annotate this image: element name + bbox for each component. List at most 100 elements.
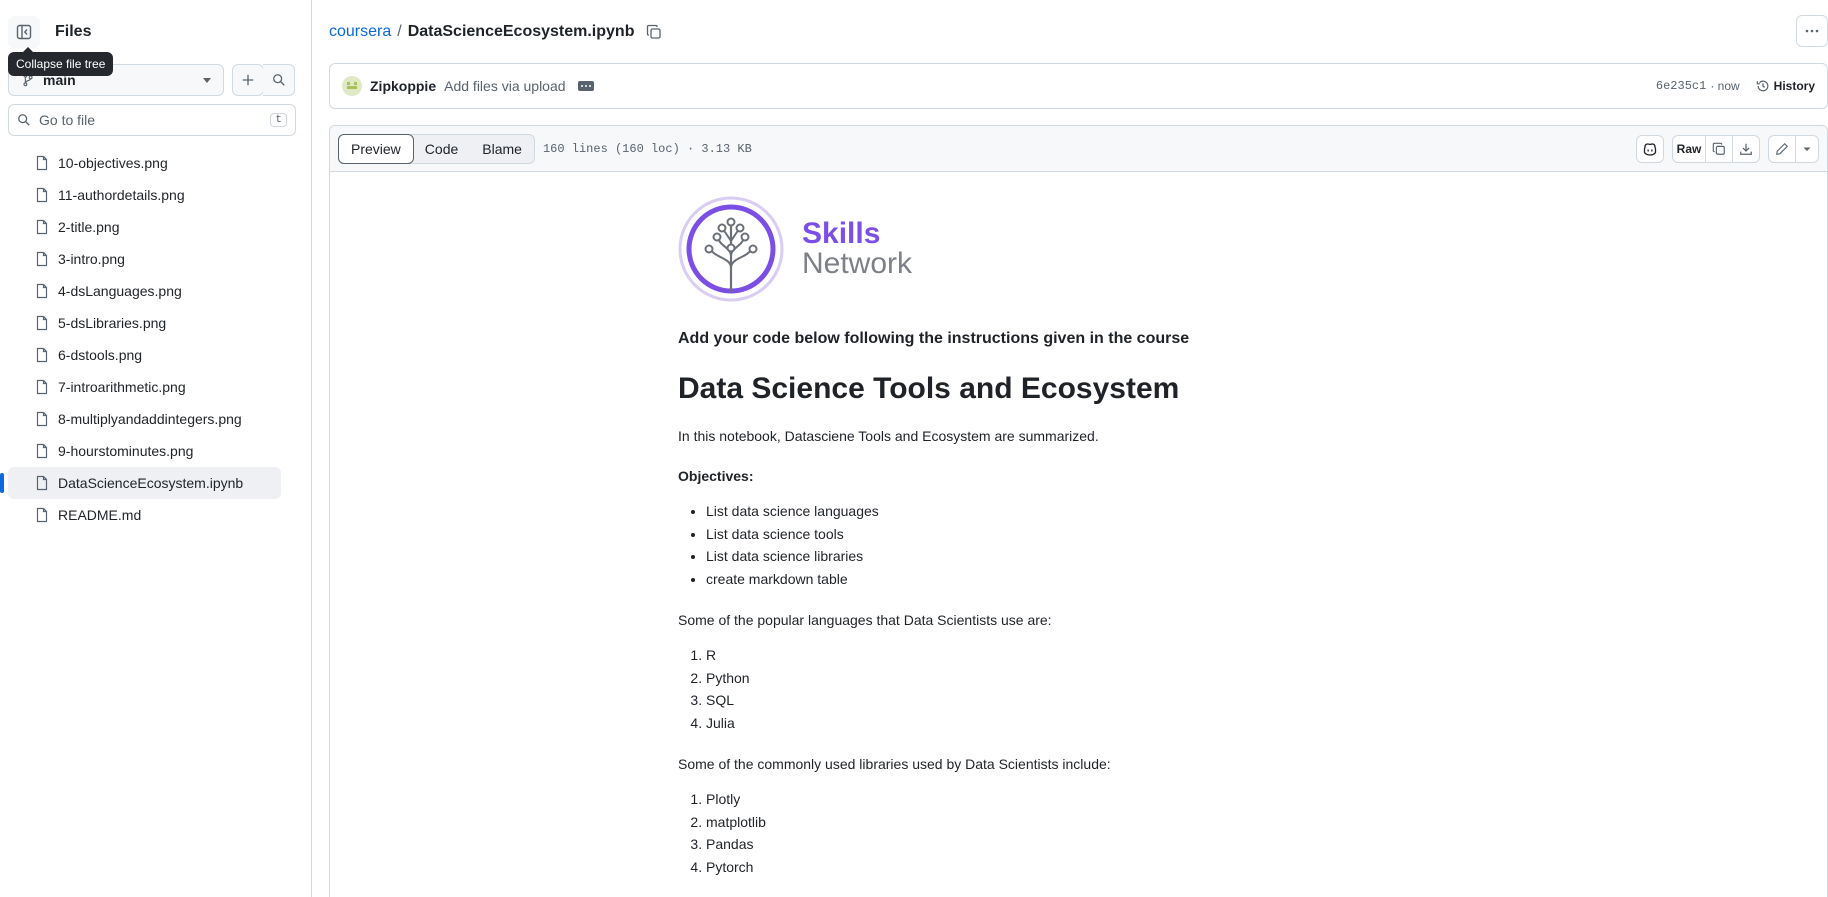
file-icon	[34, 155, 50, 171]
file-icon	[34, 251, 50, 267]
list-item: Plotly	[706, 788, 1378, 811]
go-to-file-field[interactable]: t	[8, 104, 296, 136]
avatar[interactable]	[342, 76, 362, 96]
edit-options-dropdown[interactable]	[1795, 134, 1819, 163]
file-tree-item[interactable]: DataScienceEcosystem.ipynb	[0, 467, 281, 499]
breadcrumb-repo-link[interactable]: coursera	[329, 23, 391, 41]
chevron-down-icon	[1803, 147, 1811, 151]
collapse-sidebar-button[interactable]	[8, 16, 40, 48]
file-tree-item[interactable]: README.md	[8, 499, 281, 531]
edit-group	[1768, 134, 1819, 163]
libraries-list: Plotly matplotlib Pandas Pytorch	[678, 788, 1378, 878]
list-item: List data science tools	[706, 523, 1378, 546]
raw-button[interactable]: Raw	[1672, 134, 1706, 163]
file-tree-item[interactable]: 6-dstools.png	[8, 339, 281, 371]
logo-skills: Skills	[802, 217, 881, 250]
file-icon	[34, 411, 50, 427]
copy-icon	[647, 24, 662, 39]
list-item: Julia	[706, 712, 1378, 735]
history-icon	[1756, 80, 1769, 92]
download-button[interactable]	[1732, 134, 1760, 163]
breadcrumb-file: DataScienceEcosystem.ipynb	[407, 23, 635, 40]
file-icon	[34, 379, 50, 395]
file-icon	[34, 187, 50, 203]
view-mode-tabs: Preview Code Blame	[338, 133, 535, 164]
file-tree-item[interactable]: 2-title.png	[8, 211, 281, 243]
file-name: 3-intro.png	[58, 251, 125, 267]
file-tree-item[interactable]: 10-objectives.png	[8, 147, 281, 179]
history-button[interactable]: History	[1756, 79, 1815, 93]
notebook-title: Data Science Tools and Ecosystem	[678, 372, 1180, 405]
edit-file-button[interactable]	[1768, 134, 1796, 163]
files-title: Files	[55, 23, 92, 40]
file-tree-item[interactable]: 9-hourstominutes.png	[8, 435, 281, 467]
file-icon	[34, 475, 50, 491]
copy-path-button[interactable]	[646, 24, 662, 40]
file-tree-item[interactable]: 8-multiplyandaddintegers.png	[8, 403, 281, 435]
download-icon	[1740, 143, 1752, 155]
logo-text: Skills Network	[802, 219, 912, 279]
file-tree-sidebar: Files Collapse file tree main t 10-objec…	[0, 0, 312, 897]
collapse-tooltip: Collapse file tree	[8, 47, 114, 76]
history-label: History	[1773, 79, 1815, 93]
latest-commit-bar: Zipkoppie Add files via upload 6e235c1 ·…	[329, 63, 1828, 109]
list-item: R	[706, 644, 1378, 667]
objectives-label: Objectives:	[678, 468, 754, 484]
more-options-button[interactable]	[1796, 15, 1828, 47]
sidebar-collapse-icon	[16, 24, 32, 40]
commit-info: 6e235c1 · now History	[1656, 79, 1815, 93]
copy-icon	[1712, 142, 1725, 155]
file-header: Preview Code Blame 160 lines (160 loc) ·…	[330, 126, 1827, 172]
go-to-file-input[interactable]	[39, 112, 271, 128]
file-viewer: Preview Code Blame 160 lines (160 loc) ·…	[329, 125, 1828, 897]
file-icon	[34, 507, 50, 523]
file-size-info: 160 lines (160 loc) · 3.13 KB	[542, 141, 752, 156]
search-files-button[interactable]	[263, 64, 295, 96]
copilot-icon	[1643, 142, 1657, 156]
commit-author[interactable]: Zipkoppie	[370, 78, 436, 94]
file-icon	[34, 315, 50, 331]
file-tree-item[interactable]: 11-authordetails.png	[8, 179, 281, 211]
list-item: List data science languages	[706, 500, 1378, 523]
file-tree-item[interactable]: 4-dsLanguages.png	[8, 275, 281, 307]
list-item: Pytorch	[706, 856, 1378, 879]
file-tree-item[interactable]: 3-intro.png	[8, 243, 281, 275]
commit-time: · now	[1710, 79, 1740, 93]
list-item: List data science libraries	[706, 545, 1378, 568]
expand-commit-button[interactable]	[577, 81, 594, 91]
file-icon	[34, 347, 50, 363]
instructions-heading: Add your code below following the instru…	[678, 330, 1190, 347]
file-name: DataScienceEcosystem.ipynb	[58, 475, 244, 491]
breadcrumb: coursera / DataScienceEcosystem.ipynb	[329, 20, 662, 44]
skills-network-logo-icon	[678, 196, 784, 302]
tab-blame[interactable]: Blame	[470, 135, 534, 163]
kebab-horizontal-icon	[1805, 29, 1819, 33]
list-item: create markdown table	[706, 568, 1378, 591]
chevron-down-icon	[203, 77, 211, 83]
languages-list: R Python SQL Julia	[678, 644, 1378, 734]
raw-copy-download-group: Raw	[1672, 134, 1760, 163]
tab-preview[interactable]: Preview	[338, 133, 414, 164]
copy-raw-button[interactable]	[1705, 134, 1733, 163]
commit-message[interactable]: Add files via upload	[444, 78, 565, 94]
file-name: 5-dsLibraries.png	[58, 315, 167, 331]
list-item: Pandas	[706, 833, 1378, 856]
commit-sha[interactable]: 6e235c1	[1656, 79, 1706, 93]
file-name: 10-objectives.png	[58, 155, 168, 171]
file-name: README.md	[58, 507, 142, 523]
avatar-identicon-icon	[347, 82, 357, 89]
file-icon	[34, 283, 50, 299]
file-tree-item[interactable]: 5-dsLibraries.png	[8, 307, 281, 339]
pencil-icon	[1776, 142, 1789, 155]
objectives-list: List data science languages List data sc…	[678, 500, 1378, 590]
file-name: 7-introarithmetic.png	[58, 379, 186, 395]
list-item: matplotlib	[706, 811, 1378, 834]
tab-code[interactable]: Code	[413, 135, 470, 163]
file-name: 2-title.png	[58, 219, 120, 235]
file-name: 9-hourstominutes.png	[58, 443, 194, 459]
copilot-button[interactable]	[1636, 134, 1664, 163]
add-file-button[interactable]	[232, 64, 264, 96]
file-tree-item[interactable]: 7-introarithmetic.png	[8, 371, 281, 403]
intro-text: In this notebook, Datasciene Tools and E…	[678, 428, 1099, 444]
list-item: SQL	[706, 689, 1378, 712]
